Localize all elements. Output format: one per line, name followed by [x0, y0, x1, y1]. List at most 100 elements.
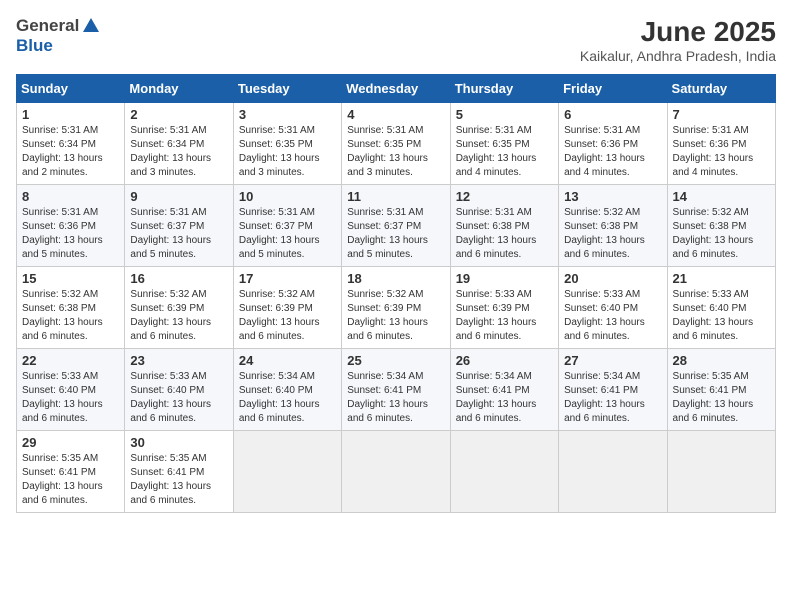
sunset-text: Sunset: 6:34 PM: [22, 139, 96, 150]
sunrise-text: Sunrise: 5:34 AM: [456, 371, 532, 382]
calendar-week-row: 8 Sunrise: 5:31 AM Sunset: 6:36 PM Dayli…: [17, 185, 776, 267]
daylight-text: Daylight: 13 hours and 5 minutes.: [347, 235, 428, 260]
day-info: Sunrise: 5:32 AM Sunset: 6:38 PM Dayligh…: [22, 288, 119, 344]
sunrise-text: Sunrise: 5:31 AM: [347, 207, 423, 218]
sunset-text: Sunset: 6:38 PM: [456, 221, 530, 232]
table-row: 1 Sunrise: 5:31 AM Sunset: 6:34 PM Dayli…: [17, 103, 125, 185]
day-number: 11: [347, 189, 444, 204]
daylight-text: Daylight: 13 hours and 2 minutes.: [22, 153, 103, 178]
sunset-text: Sunset: 6:35 PM: [456, 139, 530, 150]
sunrise-text: Sunrise: 5:33 AM: [130, 371, 206, 382]
day-info: Sunrise: 5:34 AM Sunset: 6:41 PM Dayligh…: [347, 370, 444, 426]
day-number: 13: [564, 189, 661, 204]
day-info: Sunrise: 5:32 AM Sunset: 6:39 PM Dayligh…: [239, 288, 336, 344]
col-monday: Monday: [125, 75, 233, 103]
daylight-text: Daylight: 13 hours and 6 minutes.: [22, 317, 103, 342]
sunset-text: Sunset: 6:34 PM: [130, 139, 204, 150]
daylight-text: Daylight: 13 hours and 6 minutes.: [456, 399, 537, 424]
sunrise-text: Sunrise: 5:32 AM: [673, 207, 749, 218]
sunrise-text: Sunrise: 5:34 AM: [239, 371, 315, 382]
daylight-text: Daylight: 13 hours and 4 minutes.: [456, 153, 537, 178]
day-info: Sunrise: 5:33 AM Sunset: 6:39 PM Dayligh…: [456, 288, 553, 344]
table-row: 22 Sunrise: 5:33 AM Sunset: 6:40 PM Dayl…: [17, 349, 125, 431]
daylight-text: Daylight: 13 hours and 3 minutes.: [239, 153, 320, 178]
sunset-text: Sunset: 6:37 PM: [347, 221, 421, 232]
daylight-text: Daylight: 13 hours and 4 minutes.: [564, 153, 645, 178]
day-number: 24: [239, 353, 336, 368]
day-number: 22: [22, 353, 119, 368]
daylight-text: Daylight: 13 hours and 5 minutes.: [130, 235, 211, 260]
sunset-text: Sunset: 6:39 PM: [456, 303, 530, 314]
day-info: Sunrise: 5:33 AM Sunset: 6:40 PM Dayligh…: [673, 288, 770, 344]
daylight-text: Daylight: 13 hours and 6 minutes.: [239, 317, 320, 342]
daylight-text: Daylight: 13 hours and 6 minutes.: [22, 399, 103, 424]
table-row: 12 Sunrise: 5:31 AM Sunset: 6:38 PM Dayl…: [450, 185, 558, 267]
day-number: 29: [22, 435, 119, 450]
daylight-text: Daylight: 13 hours and 3 minutes.: [347, 153, 428, 178]
day-info: Sunrise: 5:31 AM Sunset: 6:37 PM Dayligh…: [239, 206, 336, 262]
daylight-text: Daylight: 13 hours and 6 minutes.: [239, 399, 320, 424]
day-info: Sunrise: 5:31 AM Sunset: 6:35 PM Dayligh…: [456, 124, 553, 180]
daylight-text: Daylight: 13 hours and 6 minutes.: [673, 235, 754, 260]
location: Kaikalur, Andhra Pradesh, India: [580, 48, 776, 64]
table-row: 21 Sunrise: 5:33 AM Sunset: 6:40 PM Dayl…: [667, 267, 775, 349]
table-row: 13 Sunrise: 5:32 AM Sunset: 6:38 PM Dayl…: [559, 185, 667, 267]
day-number: 20: [564, 271, 661, 286]
table-row: 16 Sunrise: 5:32 AM Sunset: 6:39 PM Dayl…: [125, 267, 233, 349]
sunset-text: Sunset: 6:37 PM: [239, 221, 313, 232]
day-info: Sunrise: 5:32 AM Sunset: 6:39 PM Dayligh…: [347, 288, 444, 344]
sunset-text: Sunset: 6:40 PM: [673, 303, 747, 314]
sunset-text: Sunset: 6:39 PM: [347, 303, 421, 314]
sunrise-text: Sunrise: 5:32 AM: [564, 207, 640, 218]
day-info: Sunrise: 5:31 AM Sunset: 6:37 PM Dayligh…: [130, 206, 227, 262]
sunset-text: Sunset: 6:39 PM: [239, 303, 313, 314]
sunrise-text: Sunrise: 5:31 AM: [22, 207, 98, 218]
logo-blue: Blue: [16, 36, 53, 56]
table-row: 19 Sunrise: 5:33 AM Sunset: 6:39 PM Dayl…: [450, 267, 558, 349]
table-row: 20 Sunrise: 5:33 AM Sunset: 6:40 PM Dayl…: [559, 267, 667, 349]
day-info: Sunrise: 5:35 AM Sunset: 6:41 PM Dayligh…: [130, 452, 227, 508]
logo-icon: [81, 16, 101, 36]
day-info: Sunrise: 5:31 AM Sunset: 6:35 PM Dayligh…: [239, 124, 336, 180]
col-wednesday: Wednesday: [342, 75, 450, 103]
day-info: Sunrise: 5:31 AM Sunset: 6:35 PM Dayligh…: [347, 124, 444, 180]
sunset-text: Sunset: 6:41 PM: [456, 385, 530, 396]
daylight-text: Daylight: 13 hours and 5 minutes.: [239, 235, 320, 260]
table-row: 3 Sunrise: 5:31 AM Sunset: 6:35 PM Dayli…: [233, 103, 341, 185]
sunset-text: Sunset: 6:39 PM: [130, 303, 204, 314]
table-row: 26 Sunrise: 5:34 AM Sunset: 6:41 PM Dayl…: [450, 349, 558, 431]
sunset-text: Sunset: 6:35 PM: [347, 139, 421, 150]
calendar-week-row: 1 Sunrise: 5:31 AM Sunset: 6:34 PM Dayli…: [17, 103, 776, 185]
day-number: 16: [130, 271, 227, 286]
calendar-header-row: Sunday Monday Tuesday Wednesday Thursday…: [17, 75, 776, 103]
table-row: [667, 431, 775, 513]
table-row: 27 Sunrise: 5:34 AM Sunset: 6:41 PM Dayl…: [559, 349, 667, 431]
col-tuesday: Tuesday: [233, 75, 341, 103]
daylight-text: Daylight: 13 hours and 6 minutes.: [564, 317, 645, 342]
table-row: 18 Sunrise: 5:32 AM Sunset: 6:39 PM Dayl…: [342, 267, 450, 349]
day-number: 10: [239, 189, 336, 204]
table-row: [559, 431, 667, 513]
sunrise-text: Sunrise: 5:32 AM: [130, 289, 206, 300]
daylight-text: Daylight: 13 hours and 6 minutes.: [673, 399, 754, 424]
table-row: 5 Sunrise: 5:31 AM Sunset: 6:35 PM Dayli…: [450, 103, 558, 185]
day-number: 27: [564, 353, 661, 368]
table-row: 25 Sunrise: 5:34 AM Sunset: 6:41 PM Dayl…: [342, 349, 450, 431]
sunset-text: Sunset: 6:36 PM: [673, 139, 747, 150]
daylight-text: Daylight: 13 hours and 6 minutes.: [456, 235, 537, 260]
calendar-table: Sunday Monday Tuesday Wednesday Thursday…: [16, 74, 776, 513]
table-row: [450, 431, 558, 513]
sunrise-text: Sunrise: 5:33 AM: [22, 371, 98, 382]
logo: General Blue: [16, 16, 103, 56]
table-row: 24 Sunrise: 5:34 AM Sunset: 6:40 PM Dayl…: [233, 349, 341, 431]
day-info: Sunrise: 5:31 AM Sunset: 6:36 PM Dayligh…: [22, 206, 119, 262]
sunset-text: Sunset: 6:37 PM: [130, 221, 204, 232]
sunrise-text: Sunrise: 5:32 AM: [239, 289, 315, 300]
col-friday: Friday: [559, 75, 667, 103]
sunrise-text: Sunrise: 5:31 AM: [564, 125, 640, 136]
sunset-text: Sunset: 6:41 PM: [673, 385, 747, 396]
table-row: 2 Sunrise: 5:31 AM Sunset: 6:34 PM Dayli…: [125, 103, 233, 185]
sunrise-text: Sunrise: 5:35 AM: [22, 453, 98, 464]
daylight-text: Daylight: 13 hours and 5 minutes.: [22, 235, 103, 260]
page-header: General Blue June 2025 Kaikalur, Andhra …: [16, 16, 776, 64]
